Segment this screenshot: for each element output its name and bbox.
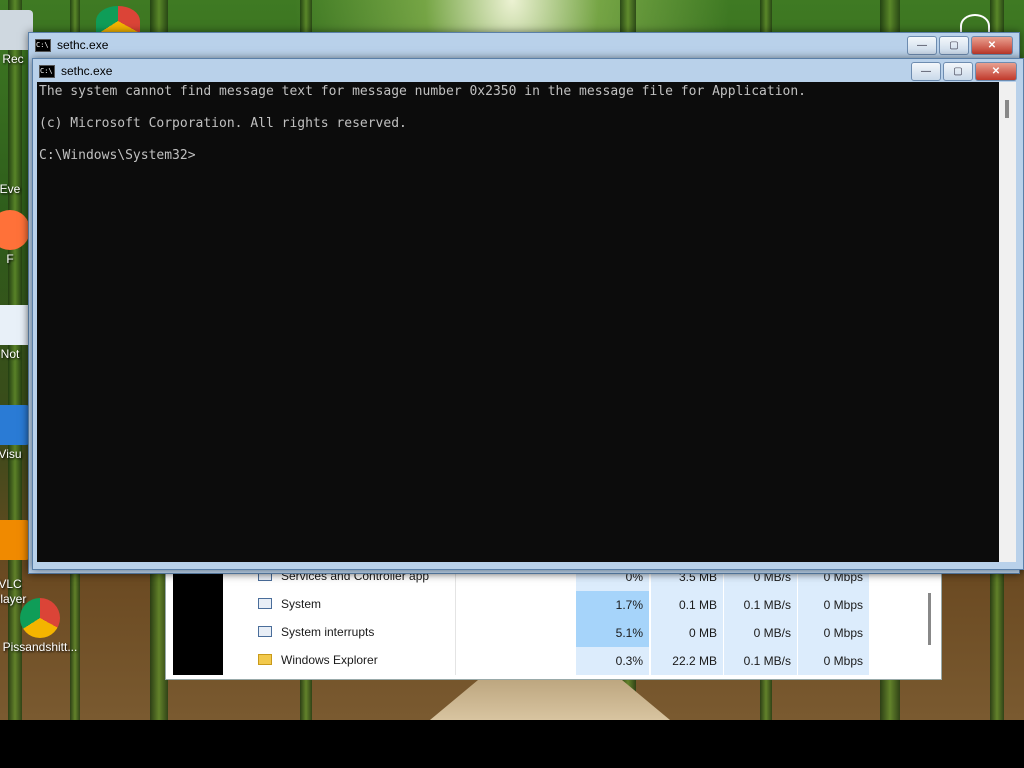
- cmd-icon: C:\: [35, 38, 51, 52]
- process-row[interactable]: System 1.7% 0.1 MB 0.1 MB/s 0 Mbps: [224, 591, 924, 619]
- process-name: System interrupts: [281, 625, 375, 639]
- service-icon: [258, 598, 272, 609]
- process-row[interactable]: Windows Explorer 0.3% 22.2 MB 0.1 MB/s 0 Mbp…: [224, 647, 924, 675]
- cpu-cell: 5.1%: [576, 619, 649, 647]
- minimize-button[interactable]: —: [907, 35, 937, 55]
- task-manager-sidebar: [173, 569, 223, 675]
- network-cell: 0 Mbps: [798, 591, 869, 619]
- memory-cell: 0.1 MB: [651, 591, 723, 619]
- title-bar[interactable]: C:\ sethc.exe — ▢ ✕: [29, 33, 1019, 57]
- close-button[interactable]: ✕: [971, 35, 1013, 55]
- desktop-icon-label: Rec: [2, 52, 24, 66]
- console-line: The system cannot find message text for …: [39, 84, 807, 99]
- maximize-button[interactable]: ▢: [939, 35, 969, 55]
- console-line: (c) Microsoft Corporation. All rights re…: [39, 116, 407, 131]
- cpu-cell: 0.3%: [576, 647, 649, 675]
- vlc-icon: [0, 520, 30, 560]
- desktop-icon-label: Pissandshitt...: [2, 640, 78, 654]
- service-icon: [258, 626, 272, 637]
- black-bar: [0, 720, 1024, 768]
- maximize-button[interactable]: ▢: [943, 61, 973, 81]
- title-bar[interactable]: C:\ sethc.exe — ▢ ✕: [33, 59, 1023, 83]
- scrollbar-thumb[interactable]: [1005, 100, 1009, 118]
- process-name: System: [281, 597, 322, 611]
- desktop-icon-label: Eve: [0, 182, 21, 196]
- desktop-icon-label: Visu: [0, 447, 22, 461]
- firefox-icon: [0, 210, 30, 250]
- window-title: sethc.exe: [61, 64, 113, 78]
- window-title: sethc.exe: [57, 38, 109, 52]
- process-name: Windows Explorer: [281, 653, 378, 667]
- minimize-button[interactable]: —: [911, 61, 941, 81]
- task-manager-window: Services and Controller app 0% 3.5 MB 0 MB/…: [165, 562, 942, 680]
- memory-cell: 22.2 MB: [651, 647, 723, 675]
- shortcut-icon: [0, 140, 30, 180]
- task-manager-scrollbar[interactable]: [928, 593, 931, 645]
- notepad-icon: [0, 305, 30, 345]
- memory-cell: 0 MB: [651, 619, 723, 647]
- folder-icon: [258, 654, 272, 665]
- cpu-cell: 1.7%: [576, 591, 649, 619]
- network-cell: 0 Mbps: [798, 647, 869, 675]
- process-row[interactable]: System interrupts 5.1% 0 MB 0 MB/s 0 Mbps: [224, 619, 924, 647]
- visual-studio-icon: [0, 405, 30, 445]
- chrome-icon: [20, 598, 60, 638]
- desktop-icon-label: Not: [0, 347, 20, 361]
- console-output[interactable]: The system cannot find message text for …: [37, 82, 999, 562]
- console-scrollbar[interactable]: [999, 82, 1016, 562]
- command-prompt[interactable]: C:\Windows\System32>: [39, 148, 999, 164]
- network-cell: 0 Mbps: [798, 619, 869, 647]
- desktop-icon-chrome-shortcut[interactable]: Pissandshitt...: [0, 598, 80, 654]
- disk-cell: 0.1 MB/s: [724, 647, 797, 675]
- desktop-icon-label: F: [6, 252, 14, 266]
- cmd-icon: C:\: [39, 64, 55, 78]
- disk-cell: 0 MB/s: [724, 619, 797, 647]
- close-button[interactable]: ✕: [975, 61, 1017, 81]
- disk-cell: 0.1 MB/s: [724, 591, 797, 619]
